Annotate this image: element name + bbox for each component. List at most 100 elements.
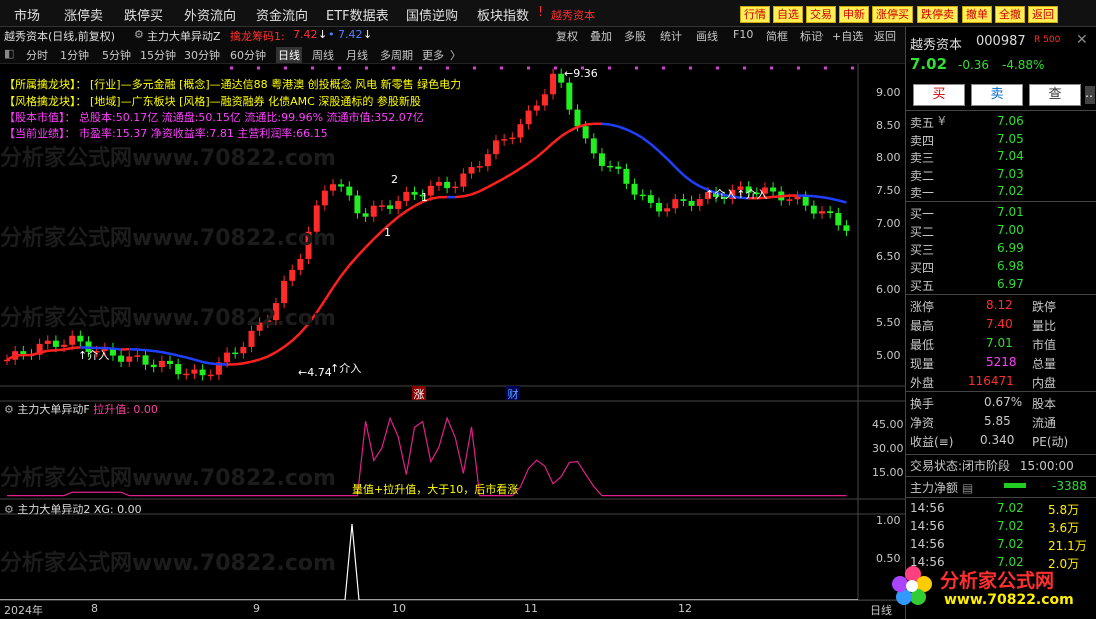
period-weekly[interactable]: 周线: [312, 47, 334, 63]
period-5min[interactable]: 5分钟: [102, 47, 131, 63]
query-button[interactable]: 查: [1029, 84, 1081, 106]
tick-row: 14:56 7.02 5.8万: [910, 500, 1094, 518]
tool-draw[interactable]: 画线: [696, 28, 718, 44]
period-30min[interactable]: 30分钟: [184, 47, 220, 63]
ask-row[interactable]: 卖四 7.05: [910, 131, 1094, 149]
stat-value: 5218: [986, 355, 1017, 369]
entry-mark-2: ↑介入: [330, 362, 362, 375]
bid-label: 买三: [910, 243, 935, 257]
tool-multi[interactable]: 多股: [624, 28, 646, 44]
ma-segment: [463, 193, 472, 198]
tool-restore[interactable]: 复权: [556, 28, 578, 44]
bid-row[interactable]: 买三 6.99: [910, 240, 1094, 258]
info-text: 总股本:50.17亿 流通盘:50.15亿 流通比:99.96% 流通市值:35…: [79, 111, 424, 124]
btn-cancel[interactable]: 撤单: [962, 6, 992, 23]
tool-overlay[interactable]: 叠加: [590, 28, 612, 44]
time-tick: 8: [91, 602, 98, 615]
ask-row[interactable]: 卖五 ¥ 7.06: [910, 113, 1094, 131]
ask-price: 7.06: [997, 114, 1024, 128]
tool-return[interactable]: 返回: [874, 28, 896, 44]
bid-row[interactable]: 买四 6.98: [910, 258, 1094, 276]
candle-body: [69, 335, 76, 345]
chart-title-bar: 越秀资本(日线,前复权) ⚙ 主力大单异动Z 擒龙筹码1: 7.42 ↓ • 7…: [0, 27, 905, 44]
panel-toggle-icon[interactable]: ◧: [4, 47, 14, 60]
label-1: 1: [384, 226, 391, 239]
period-15min[interactable]: 15分钟: [140, 47, 176, 63]
bid-row[interactable]: 买二 7.00: [910, 222, 1094, 240]
bid-row[interactable]: 买五 6.97: [910, 276, 1094, 294]
tool-stats[interactable]: 统计: [660, 28, 682, 44]
tool-simple[interactable]: 简框: [766, 28, 788, 44]
info-label: 【风格擒龙块】：: [4, 95, 87, 108]
ma-segment: [323, 286, 335, 301]
info-line-1: 【所属擒龙块】： [行业]—多元金融 [概念]—通达信88 粤港澳 创投概念 风…: [4, 76, 461, 92]
btn-quote[interactable]: 行情: [740, 6, 770, 23]
cai-badge[interactable]: 财: [506, 386, 520, 401]
period-60min[interactable]: 60分钟: [230, 47, 266, 63]
btn-trade[interactable]: 交易: [806, 6, 836, 23]
diamond-icon[interactable]: ◇: [815, 28, 823, 41]
candle-body: [517, 124, 524, 138]
sub2-gear-icon[interactable]: ⚙: [4, 503, 14, 516]
ma-segment: [821, 195, 831, 200]
ma-segment: [617, 125, 627, 131]
menu-repo[interactable]: 国债逆购: [406, 5, 458, 24]
menu-sector-index[interactable]: 板块指数: [477, 5, 529, 24]
chevron-right-icon[interactable]: 〉: [450, 47, 461, 63]
candle-body: [827, 211, 834, 214]
menu-limit-down-buy[interactable]: 跌停买: [124, 5, 163, 24]
ask-row[interactable]: 卖一 7.02: [910, 183, 1094, 201]
candle-body: [346, 186, 353, 196]
period-tick[interactable]: 分时: [26, 47, 48, 63]
period-multi[interactable]: 多周期: [380, 47, 413, 63]
list-icon[interactable]: ▤: [962, 481, 973, 495]
period-daily[interactable]: 日线: [276, 47, 302, 63]
menu-foreign-flow[interactable]: 外资流向: [184, 5, 236, 24]
stock-name: 越秀资本: [910, 38, 963, 53]
period-more[interactable]: 更多: [422, 47, 444, 63]
menu-etf-table[interactable]: ETF数据表: [326, 5, 389, 24]
tool-add-watch[interactable]: +自选: [832, 28, 863, 44]
stat-right-label: 流通: [1032, 416, 1057, 430]
indicator-gear-icon[interactable]: ⚙: [134, 28, 144, 41]
ask-row[interactable]: 卖二 7.03: [910, 166, 1094, 184]
zhang-badge[interactable]: 涨: [412, 386, 426, 401]
bid-price: 6.98: [997, 259, 1024, 273]
candle-body: [289, 269, 296, 281]
btn-cancel-all[interactable]: 全撤: [995, 6, 1025, 23]
candle-body: [794, 196, 801, 200]
candle-body: [167, 360, 173, 365]
period-1min[interactable]: 1分钟: [60, 47, 89, 63]
candle-body: [493, 140, 499, 155]
sub1-gear-icon[interactable]: ⚙: [4, 403, 14, 416]
btn-return[interactable]: 返回: [1028, 6, 1058, 23]
menu-market[interactable]: 市场: [14, 5, 40, 24]
buy-button[interactable]: 买: [913, 84, 965, 106]
ma-segment: [185, 356, 195, 361]
param-value: 7.42: [293, 28, 318, 41]
candle-body: [476, 166, 483, 168]
btn-ipo[interactable]: 申新: [839, 6, 869, 23]
candle-body: [533, 105, 540, 111]
down-arrow-icon: ↓: [363, 28, 373, 41]
sell-button[interactable]: 卖: [971, 84, 1023, 106]
candle-body: [330, 184, 336, 191]
tool-f10[interactable]: F10: [733, 28, 753, 41]
ma-segment: [682, 174, 693, 183]
btn-watchlist[interactable]: 自选: [773, 6, 803, 23]
more-icon[interactable]: ‥: [1085, 86, 1095, 104]
ask-price: 7.02: [997, 184, 1024, 198]
btn-limit-down-sell[interactable]: 跌停卖: [917, 6, 958, 23]
btn-limit-up-buy[interactable]: 涨停买: [872, 6, 913, 23]
menu-limit-up-sell[interactable]: 涨停卖: [64, 5, 103, 24]
menu-fund-flow[interactable]: 资金流向: [256, 5, 308, 24]
candle-body: [61, 344, 68, 347]
net-label: 主力净额: [910, 481, 959, 495]
period-monthly[interactable]: 月线: [346, 47, 368, 63]
ma-segment: [650, 143, 660, 153]
close-icon[interactable]: ✕: [1076, 32, 1088, 48]
ask-row[interactable]: 卖三 7.04: [910, 148, 1094, 166]
sub2-title: 主力大单异动2: [17, 503, 91, 516]
watermark: 分析家公式网www.70822.com: [0, 551, 336, 576]
bid-row[interactable]: 买一 7.01: [910, 204, 1094, 222]
